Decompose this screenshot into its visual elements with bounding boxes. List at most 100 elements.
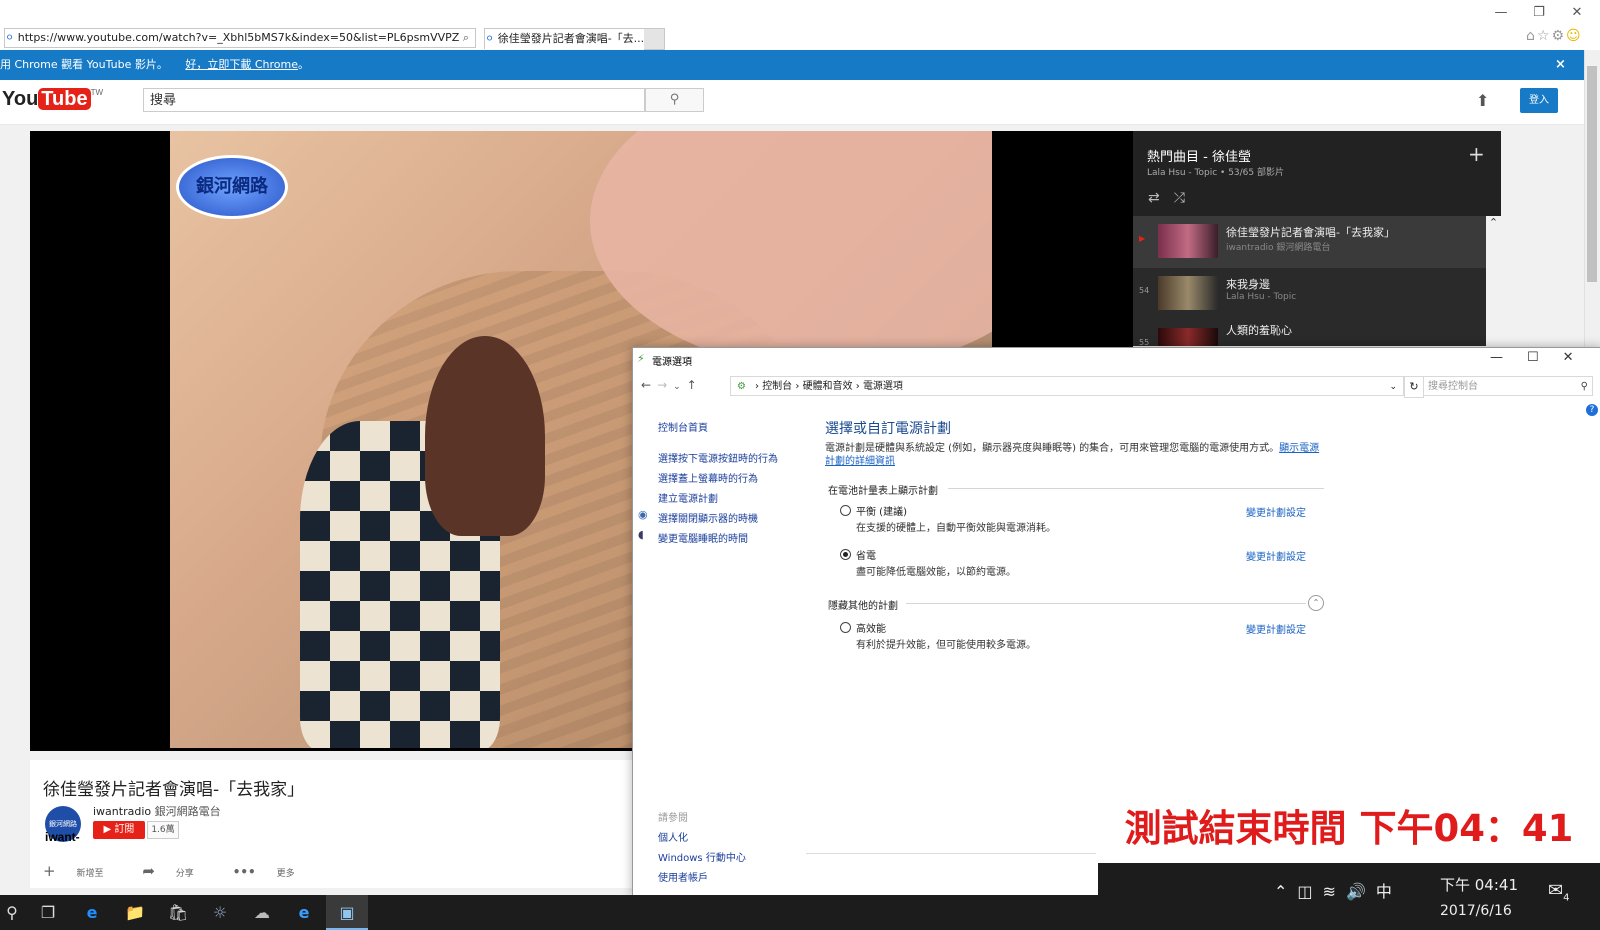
playlist-title[interactable]: 熱門曲目 - 徐佳瑩 xyxy=(1147,146,1251,165)
logo-you: You xyxy=(2,88,39,110)
playlist-item-index: 55 xyxy=(1139,338,1150,346)
browser-tab[interactable]: ⚪ 徐佳瑩發片記者會演唱-「去... × xyxy=(484,28,646,49)
store-icon[interactable]: 🛍 xyxy=(158,898,198,928)
plan-balanced-radio[interactable] xyxy=(840,505,851,516)
address-dropdown-icon[interactable]: ⌄ xyxy=(1389,377,1397,397)
plan-balanced-change-link[interactable]: 變更計劃設定 xyxy=(1246,504,1306,519)
see-also-user-accounts[interactable]: 使用者帳戶 xyxy=(658,869,708,884)
see-also-personalization[interactable]: 個人化 xyxy=(658,829,688,844)
playlist-subtitle: Lala Hsu - Topic • 53/65 部影片 xyxy=(1147,168,1284,178)
control-panel-icon[interactable]: ▣ xyxy=(327,898,367,928)
address-bar[interactable]: ⚪ https://www.youtube.com/watch?v=_Xbhl5… xyxy=(4,28,476,48)
clock-date[interactable]: 2017/6/16 xyxy=(1440,903,1512,919)
home-icon[interactable]: ⌂ xyxy=(1526,28,1537,44)
share-button[interactable]: ➦ 分享 xyxy=(142,862,211,880)
star-icon[interactable]: ☆ xyxy=(1537,28,1552,44)
plan-power-saver-radio[interactable] xyxy=(840,549,851,560)
plan-power-saver-change-link[interactable]: 變更計劃設定 xyxy=(1246,548,1306,563)
volume-icon[interactable]: 🔊 xyxy=(1346,882,1376,901)
forward-icon[interactable]: → xyxy=(657,378,673,392)
playlist-item[interactable]: 54 來我身邊 Lala Hsu - Topic xyxy=(1133,268,1486,320)
minimize-button[interactable]: — xyxy=(1487,4,1515,22)
clock-time[interactable]: 下午 04:41 xyxy=(1440,874,1518,895)
more-button[interactable]: ••• 更多 xyxy=(233,865,313,879)
search-button[interactable]: ⚲ xyxy=(645,88,704,112)
close-icon[interactable]: ✕ xyxy=(1563,350,1598,365)
group-battery-meter-plans: 在電池計量表上顯示計劃 xyxy=(828,486,938,497)
banner-close-icon[interactable]: × xyxy=(1555,50,1566,80)
close-window-button[interactable]: ✕ xyxy=(1563,4,1591,22)
group-hidden-plans: 隱藏其他的計劃 xyxy=(828,601,898,612)
breadcrumb-item[interactable]: 控制台 xyxy=(762,381,792,392)
wifi-icon[interactable]: ≋ xyxy=(1323,882,1346,901)
nav-turn-off-display[interactable]: 選擇關閉顯示器的時機 xyxy=(658,510,758,525)
subscribe-button[interactable]: ▶ 訂閱 xyxy=(93,821,145,839)
add-to-label: 新增至 xyxy=(76,869,104,879)
file-explorer-icon[interactable]: 📁 xyxy=(115,898,155,928)
edge-icon[interactable]: e xyxy=(72,898,112,928)
nav-power-button-behavior[interactable]: 選擇按下電源按鈕時的行為 xyxy=(658,450,778,465)
add-to-button[interactable]: + 新增至 xyxy=(43,862,121,880)
help-icon[interactable]: ? xyxy=(1586,404,1598,416)
signin-button[interactable]: 登入 xyxy=(1520,88,1558,113)
divider xyxy=(906,603,1306,604)
up-icon[interactable]: ↑ xyxy=(687,378,703,392)
maximize-icon[interactable]: ☐ xyxy=(1527,350,1563,365)
playlist-scroll-up-icon[interactable]: ⌃ xyxy=(1486,216,1501,346)
subscriber-count: 1.6萬 xyxy=(147,821,179,839)
breadcrumb-sep-icon: › xyxy=(795,381,803,392)
singer-hair xyxy=(425,336,545,536)
breadcrumb-item[interactable]: 硬體和音效 xyxy=(803,381,853,392)
plan-balanced-name[interactable]: 平衡 (建議) xyxy=(856,503,907,518)
search-input[interactable]: 搜尋 xyxy=(143,88,645,112)
app-icon[interactable]: ☼ xyxy=(200,898,240,928)
plan-high-performance-name[interactable]: 高效能 xyxy=(856,620,886,635)
task-view-icon[interactable]: ❐ xyxy=(28,898,68,928)
nav-create-power-plan[interactable]: 建立電源計劃 xyxy=(658,490,718,505)
network-app-icon[interactable]: ☁ xyxy=(242,898,282,928)
show-hidden-icons-icon[interactable]: ⌃ xyxy=(1274,882,1297,901)
control-panel-search-input[interactable]: 搜尋控制台 ⚲ xyxy=(1423,376,1593,396)
shuffle-icon[interactable]: ⤮ xyxy=(1174,190,1199,206)
explorer-nav: ←→⌄↑ xyxy=(641,378,703,392)
upload-icon[interactable]: ⬆ xyxy=(1476,91,1489,110)
channel-name-en: iwantradio xyxy=(93,805,152,818)
smiley-icon[interactable]: ☺ xyxy=(1566,28,1583,44)
plan-power-saver-name[interactable]: 省電 xyxy=(856,547,876,562)
collapse-chevron-icon[interactable]: ⌃ xyxy=(1308,595,1324,611)
input-language[interactable]: 中 xyxy=(1376,882,1402,901)
repeat-icon[interactable]: ⇄ xyxy=(1148,190,1174,206)
breadcrumb-item[interactable]: 電源選項 xyxy=(863,381,903,392)
refresh-icon[interactable]: ↻ xyxy=(1404,376,1424,398)
search-icon[interactable]: ⌕ xyxy=(463,31,469,44)
plan-high-performance-radio[interactable] xyxy=(840,622,851,633)
lock-icon: 🔒 xyxy=(473,31,476,44)
playlist-add-icon[interactable]: + xyxy=(1468,142,1485,166)
back-icon[interactable]: ← xyxy=(641,378,657,392)
scrollbar-thumb[interactable] xyxy=(1587,66,1597,282)
ie-toolbar-icons: ⌂☆⚙☺ xyxy=(1526,28,1583,44)
battery-icon[interactable]: ◫ xyxy=(1297,882,1322,901)
recent-dropdown-icon[interactable]: ⌄ xyxy=(673,382,687,392)
restore-button[interactable]: ❐ xyxy=(1525,4,1553,22)
see-also-action-center[interactable]: Windows 行動中心 xyxy=(658,849,746,864)
banner-download-link[interactable]: 好，立即下載 Chrome xyxy=(185,58,298,71)
youtube-logo[interactable]: You Tube TW xyxy=(2,88,103,111)
logo-tube: Tube xyxy=(38,88,91,110)
new-tab-button[interactable] xyxy=(644,28,665,50)
plan-high-performance-change-link[interactable]: 變更計劃設定 xyxy=(1246,621,1306,636)
breadcrumb[interactable]: ⚙ › 控制台 › 硬體和音效 › 電源選項 ⌄ xyxy=(730,376,1404,396)
nav-change-sleep[interactable]: 變更電腦睡眠的時間 xyxy=(658,530,748,545)
share-label: 分享 xyxy=(175,869,194,879)
channel-name[interactable]: iwantradio 銀河網路電台 xyxy=(93,803,221,819)
action-center-icon[interactable]: ✉4 xyxy=(1548,880,1569,904)
internet-explorer-icon[interactable]: e xyxy=(284,898,324,928)
playlist-item[interactable]: 55 人類的羞恥心 xyxy=(1133,320,1486,346)
chrome-promo-banner: 用 Chrome 觀看 YouTube 影片。 好，立即下載 Chrome。 × xyxy=(0,50,1584,80)
minimize-icon[interactable]: — xyxy=(1490,350,1527,365)
nav-control-panel-home[interactable]: 控制台首頁 xyxy=(658,419,708,434)
playlist-item[interactable]: ▶ 徐佳瑩發片記者會演唱-「去我家」 iwantradio 銀河網路電台 xyxy=(1133,216,1486,268)
nav-lid-close-behavior[interactable]: 選擇蓋上螢幕時的行為 xyxy=(658,470,758,485)
search-placeholder: 搜尋控制台 xyxy=(1428,381,1478,392)
gear-icon[interactable]: ⚙ xyxy=(1551,28,1566,44)
